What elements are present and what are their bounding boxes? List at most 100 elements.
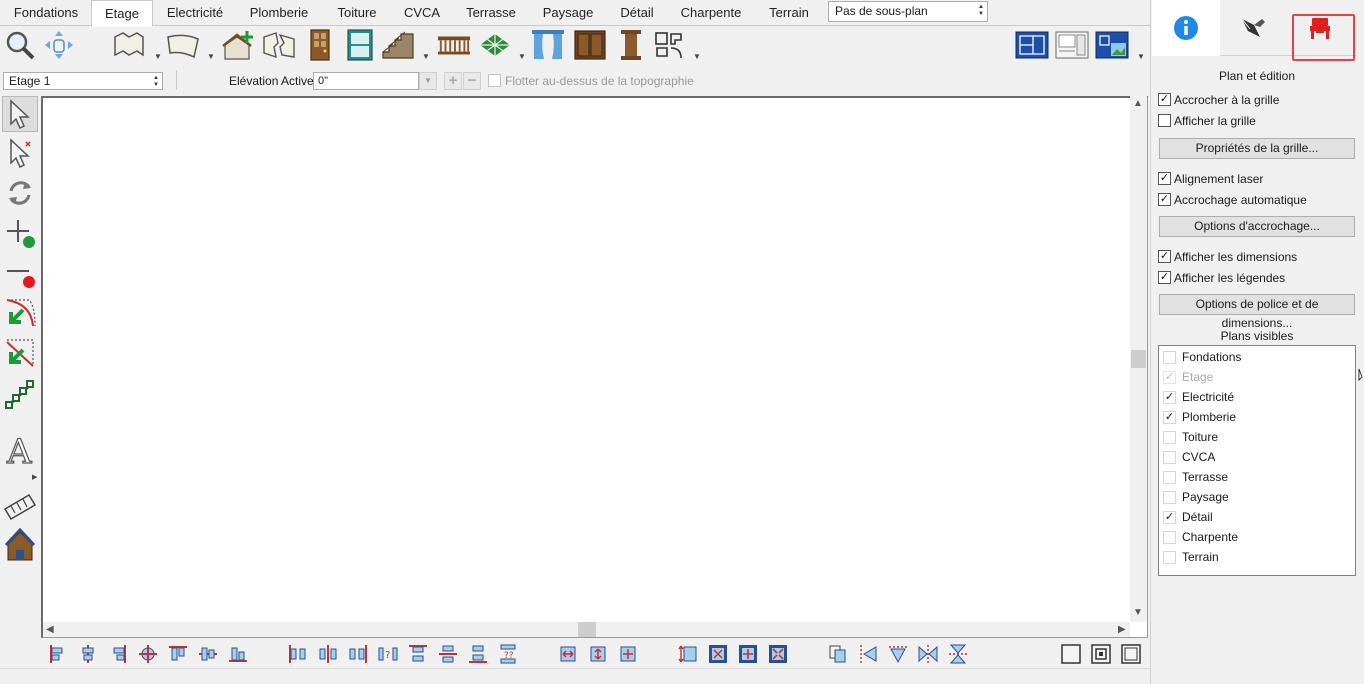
dropdown-arrow-icon[interactable]: ▼ (422, 52, 430, 61)
tab-plomberie[interactable]: Plomberie (238, 0, 320, 26)
curtains-icon[interactable] (531, 28, 565, 62)
tab-etage[interactable]: Etage (91, 0, 153, 27)
distribute-v-center-icon[interactable] (437, 643, 459, 665)
expand-icon[interactable] (737, 643, 759, 665)
mirror-vertical-icon[interactable] (947, 643, 969, 665)
plan-item-plomberie[interactable]: ✓ Plomberie (1163, 407, 1353, 427)
tab-cvca[interactable]: CVCA (393, 0, 451, 26)
tab-terrasse[interactable]: Terrasse (454, 0, 528, 26)
plan-checkbox[interactable] (1163, 551, 1176, 564)
subplan-select[interactable]: Pas de sous-plan ▲ ▼ (828, 1, 988, 22)
fillet-icon[interactable] (2, 295, 38, 331)
resize-vertical-icon[interactable] (677, 643, 699, 665)
elevation-minus-button[interactable]: − (463, 72, 481, 90)
railing-icon[interactable] (437, 28, 471, 62)
spline-icon[interactable] (2, 377, 38, 413)
scroll-up-icon[interactable]: ▲ (1133, 98, 1143, 109)
show-grid-checkbox[interactable] (1158, 114, 1171, 127)
align-top-icon[interactable] (167, 643, 189, 665)
plan-checkbox[interactable]: ✓ (1163, 391, 1176, 404)
door-icon[interactable] (303, 28, 337, 62)
horizontal-scrollbar[interactable]: ◀ ▶ (43, 622, 1130, 637)
floor-tile-icon[interactable] (478, 28, 512, 62)
add-point-icon[interactable] (2, 215, 38, 251)
vertical-scrollbar[interactable]: ▲ ▼ (1130, 96, 1147, 622)
camera-film-icon[interactable] (2, 488, 38, 524)
horizontal-scroll-thumb[interactable] (578, 622, 596, 637)
tab-pen[interactable] (1220, 0, 1284, 56)
elevation-dropdown-button[interactable]: ▼ (419, 72, 437, 90)
chamfer-icon[interactable] (2, 335, 38, 371)
grid-properties-button[interactable]: Propriétés de la grille... (1159, 138, 1355, 159)
dropdown-arrow-icon[interactable]: ▼ (693, 52, 701, 61)
plan-checkbox[interactable] (1163, 491, 1176, 504)
tab-info[interactable] (1152, 0, 1220, 56)
plan-item-terrasse[interactable]: Terrasse (1163, 467, 1353, 487)
plan-item-charpente[interactable]: Charpente (1163, 527, 1353, 547)
stairs-icon[interactable] (381, 28, 415, 62)
dropdown-arrow-icon[interactable]: ▼ (1137, 52, 1145, 61)
pan-hand-icon[interactable] (42, 28, 76, 62)
column-icon[interactable] (614, 28, 648, 62)
delete-point-icon[interactable] (2, 255, 38, 291)
align-bottom-icon[interactable] (227, 643, 249, 665)
frame-plain-icon[interactable] (1060, 643, 1082, 665)
floor-plan-view-icon[interactable] (1015, 28, 1049, 62)
add-room-icon[interactable] (221, 28, 255, 62)
plan-item-electricite[interactable]: ✓ Electricité (1163, 387, 1353, 407)
tab-fondations[interactable]: Fondations (0, 0, 92, 26)
plan-checkbox[interactable]: ✓ (1163, 511, 1176, 524)
center-both-icon[interactable] (617, 643, 639, 665)
center-v-icon[interactable] (587, 643, 609, 665)
align-right-icon[interactable] (107, 643, 129, 665)
plan-item-toiture[interactable]: Toiture (1163, 427, 1353, 447)
house-3d-icon[interactable] (2, 527, 38, 563)
tab-toiture[interactable]: Toiture (324, 0, 390, 26)
plan-item-detail[interactable]: ✓ Détail (1163, 507, 1353, 527)
plan-checkbox[interactable] (1163, 531, 1176, 544)
plan-checkbox[interactable] (1163, 431, 1176, 444)
mirror-top-icon[interactable] (887, 643, 909, 665)
window-icon[interactable] (343, 28, 377, 62)
shrink-icon[interactable] (767, 643, 789, 665)
auto-snap-checkbox[interactable]: ✓ (1158, 193, 1171, 206)
plan-item-paysage[interactable]: Paysage (1163, 487, 1353, 507)
mirror-horizontal-icon[interactable] (917, 643, 939, 665)
copy-page-icon[interactable] (827, 643, 849, 665)
show-legends-checkbox[interactable]: ✓ (1158, 271, 1171, 284)
dropdown-arrow-icon[interactable]: ▼ (518, 52, 526, 61)
rotate-icon[interactable] (2, 175, 38, 211)
plan-item-fondations[interactable]: Fondations (1163, 347, 1353, 367)
plan-item-cvca[interactable]: CVCA (1163, 447, 1353, 467)
frame-nested-icon[interactable] (1090, 643, 1112, 665)
break-wall-icon[interactable] (262, 28, 296, 62)
float-topography-checkbox[interactable] (488, 74, 501, 87)
frame-corners-icon[interactable] (1120, 643, 1142, 665)
align-left-icon[interactable] (47, 643, 69, 665)
dropdown-arrow-icon[interactable]: ▶ (32, 473, 37, 481)
elevation-plus-button[interactable]: + (444, 72, 462, 90)
snap-options-button[interactable]: Options d'accrochage... (1159, 216, 1355, 237)
vertical-scroll-thumb[interactable] (1131, 350, 1146, 368)
font-dimension-options-button[interactable]: Options de police et de dimensions... (1159, 294, 1355, 330)
text-icon[interactable]: A (2, 432, 38, 468)
scroll-right-icon[interactable]: ▶ (1118, 624, 1126, 635)
fit-icon[interactable] (707, 643, 729, 665)
tab-electricite[interactable]: Electricité (155, 0, 235, 26)
center-h-icon[interactable] (557, 643, 579, 665)
plan-checkbox[interactable]: ✓ (1163, 411, 1176, 424)
dropdown-arrow-icon[interactable]: ▼ (207, 52, 215, 61)
space-horizontal-icon[interactable]: ? (377, 643, 399, 665)
align-middle-icon[interactable] (197, 643, 219, 665)
laser-align-checkbox[interactable]: ✓ (1158, 172, 1171, 185)
shapes-icon[interactable] (652, 28, 686, 62)
align-center-h-icon[interactable] (77, 643, 99, 665)
tab-detail[interactable]: Détail (608, 0, 666, 26)
tab-terrain[interactable]: Terrain (757, 0, 821, 26)
distribute-h-right-icon[interactable] (347, 643, 369, 665)
cabinet-icon[interactable] (573, 28, 607, 62)
curved-wall-icon[interactable] (166, 28, 200, 62)
distribute-v-bottom-icon[interactable] (467, 643, 489, 665)
distribute-h-center-icon[interactable] (317, 643, 339, 665)
floor-select[interactable]: Etage 1 ▲ ▼ (3, 72, 163, 90)
